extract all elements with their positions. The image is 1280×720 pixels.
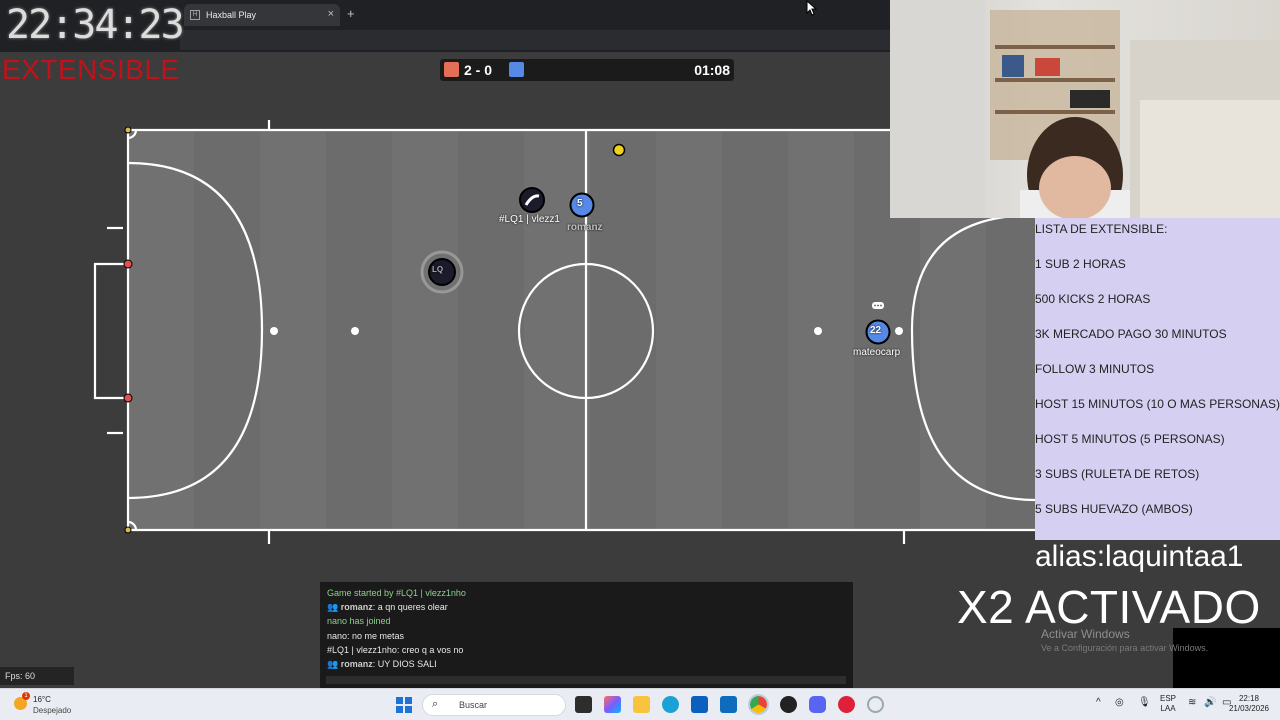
player-number: LQ (432, 265, 444, 274)
list-item: HOST 5 MINUTOS (5 PERSONAS) (1035, 432, 1225, 446)
user-icon: 👥 (327, 602, 341, 613)
player-name: romanz (567, 222, 603, 233)
list-item: 1 SUB 2 HORAS (1035, 257, 1126, 271)
chat-line: #LQ1 | vlezz1nho: creo q a vos no (327, 644, 464, 655)
chat-text: : UY DIOS SALI (372, 658, 437, 669)
user-icon: 👥 (327, 658, 341, 669)
alias-label: alias:laquintaa1 (1035, 540, 1244, 573)
search-placeholder: Buscar (459, 700, 488, 710)
webcam-feed (890, 0, 1280, 218)
chat-input[interactable] (326, 676, 846, 684)
store-icon[interactable] (691, 696, 708, 713)
ball (612, 143, 626, 157)
player-number: 22 (870, 325, 882, 336)
system-clock[interactable]: 22:18 21/03/2026 (1226, 694, 1272, 714)
browser-tab[interactable]: H Haxball Play × (184, 4, 340, 26)
list-item: 3 SUBS (RULETA DE RETOS) (1035, 467, 1200, 481)
file-explorer-icon[interactable] (633, 696, 650, 713)
haxball-favicon-icon: H (190, 10, 200, 20)
tab-title: Haxball Play (206, 10, 257, 20)
webcam-image (890, 0, 1280, 218)
outlook-icon[interactable] (720, 696, 737, 713)
obs-icon[interactable] (780, 696, 797, 713)
x2-activado-label: X2 ACTIVADO (957, 581, 1261, 633)
list-item: FOLLOW 3 MINUTOS (1035, 362, 1155, 376)
activate-windows-watermark: Activar Windows (1041, 627, 1130, 641)
copilot-icon[interactable] (604, 696, 621, 713)
mouse-cursor-icon (806, 0, 818, 16)
tray-chevron-icon[interactable]: ^ (1096, 698, 1101, 708)
chrome-icon[interactable] (748, 694, 769, 715)
clock-app-icon[interactable] (867, 696, 884, 713)
stream-clock: 22:34:23 (6, 2, 185, 48)
chat-nick: romanz (340, 658, 373, 669)
weather-temp: 16°C (33, 695, 51, 704)
match-timer: 01:08 (694, 62, 730, 78)
chat-nick: romanz (340, 602, 373, 613)
edge-icon[interactable] (662, 696, 679, 713)
player-avatar[interactable] (517, 185, 547, 215)
wifi-icon[interactable]: ≋ (1188, 698, 1196, 708)
close-tab-icon[interactable]: × (328, 8, 334, 20)
list-item: 5 SUBS HUEVAZO (AMBOS) (1035, 502, 1193, 516)
red-team-icon (444, 62, 459, 77)
search-icon: ⌕ (432, 698, 439, 710)
list-item: 500 KICKS 2 HORAS (1035, 292, 1151, 306)
clock-time: 22:18 (1238, 694, 1260, 703)
chat-line: nano has joined (327, 616, 391, 627)
clock-date: 21/03/2026 (1228, 704, 1270, 713)
chat-line: 👥 romanz: UY DIOS SALI (327, 657, 846, 671)
chat-text: : a qn queres olear (372, 602, 448, 613)
player-name: mateocarp (853, 347, 901, 358)
fps-counter: Fps: 60 (0, 667, 74, 685)
taskbar: 1 16°C Despejado ⌕ Buscar ^ ◎ 🎙 ESP LAA … (0, 688, 1280, 720)
new-tab-button[interactable]: + (347, 6, 355, 21)
extensible-title: EXTENSIBLE (2, 54, 180, 85)
lang-code: ESP (1160, 694, 1177, 703)
list-item: LISTA DE EXTENSIBLE: (1035, 222, 1168, 236)
taskbar-search[interactable]: ⌕ Buscar (422, 694, 566, 716)
score-result: 2 - 0 (464, 62, 493, 78)
chat-bubble-icon (872, 302, 884, 309)
volume-icon[interactable]: 🔊 (1204, 698, 1216, 708)
extensible-list: LISTA DE EXTENSIBLE: 1 SUB 2 HORAS 500 K… (1035, 218, 1280, 540)
weather-desc: Despejado (33, 706, 72, 715)
player-number: 5 (577, 198, 583, 209)
scoreboard: 2 - 0 01:08 (440, 59, 734, 81)
player-name: #LQ1 | vlezz1 (499, 214, 560, 225)
chat-line: Game started by #LQ1 | vlezz1nho (327, 588, 466, 598)
microphone-icon[interactable]: 🎙 (1138, 698, 1151, 708)
task-view-icon[interactable] (575, 696, 592, 713)
windows-start-icon[interactable] (396, 697, 412, 713)
list-item: 3K MERCADO PAGO 30 MINUTOS (1035, 327, 1227, 341)
overlay-black-box (1173, 628, 1280, 688)
language-indicator[interactable]: ESP LAA (1160, 694, 1176, 714)
screen: H Haxball Play × + 22:34:23 EXTENSIBLE 2… (0, 0, 1280, 720)
address-bar[interactable] (180, 30, 890, 50)
list-item: HOST 15 MINUTOS (10 O MAS PERSONAS) (1035, 397, 1280, 411)
lang-layout: LAA (1160, 704, 1176, 713)
discord-icon[interactable] (809, 696, 826, 713)
tray-app-icon[interactable]: ◎ (1115, 698, 1124, 708)
blue-team-icon (509, 62, 524, 77)
weather-badge: 1 (22, 692, 30, 700)
activate-windows-hint: Ve a Configuración para activar Windows. (1041, 643, 1209, 653)
media-player-icon[interactable] (838, 696, 855, 713)
game-chat: Game started by #LQ1 | vlezz1nho 👥 roman… (320, 582, 853, 688)
haxball-field[interactable]: #LQ1 | vlezz1 5 romanz LQ 22 mateocarp (0, 90, 1038, 580)
chat-line: 👥 romanz: a qn queres olear (327, 600, 846, 614)
chat-line: nano: no me metas (327, 630, 405, 641)
